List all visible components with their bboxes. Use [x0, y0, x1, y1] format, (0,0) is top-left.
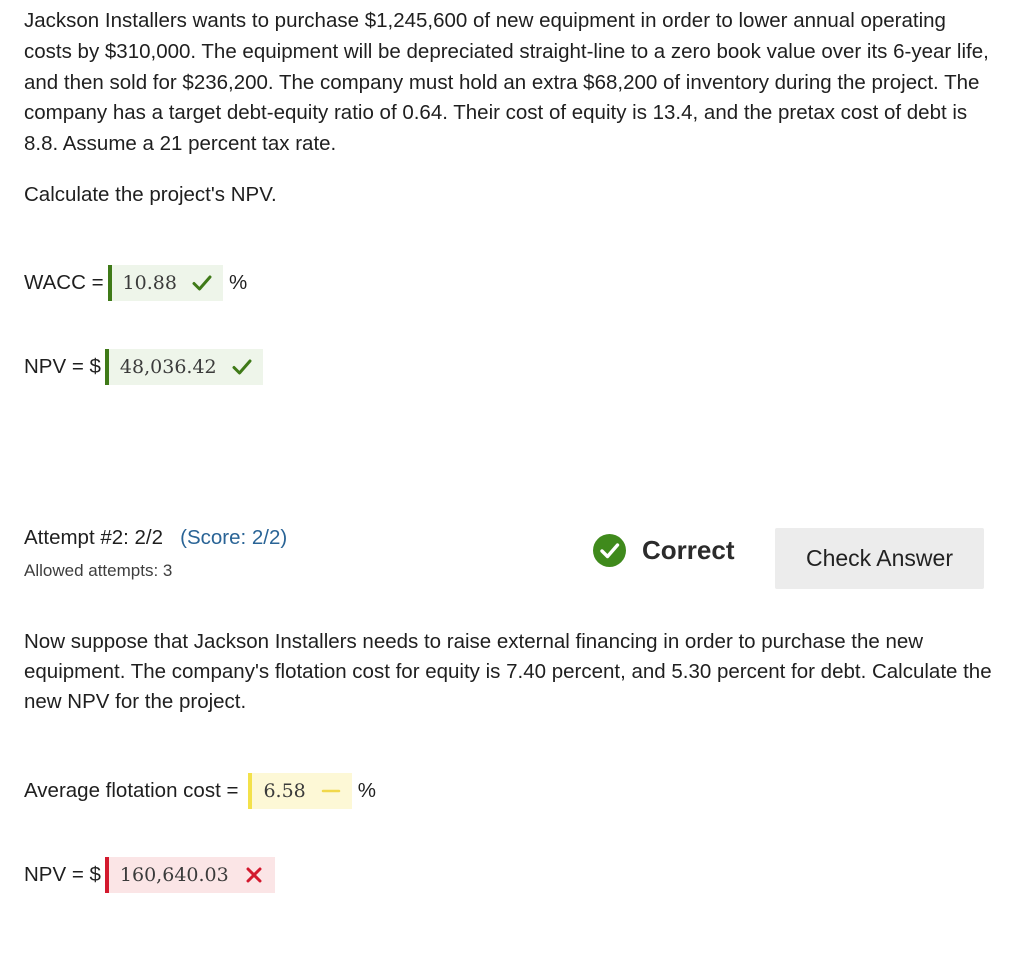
flotation-answer-field[interactable]: 6.58 [248, 773, 352, 809]
checkmark-icon [192, 275, 212, 291]
checkmark-icon [232, 359, 252, 375]
dash-icon [321, 789, 341, 793]
flotation-row: Average flotation cost = 6.58 % [24, 772, 376, 810]
check-answer-button[interactable]: Check Answer [775, 528, 984, 589]
flotation-label: Average flotation cost = [24, 779, 239, 802]
new-npv-row: NPV = $ 160,640.03 [24, 856, 275, 894]
attempt-info: Attempt #2: 2/2 (Score: 2/2) [24, 526, 287, 550]
attempt-label: Attempt #2: 2/2 [24, 526, 164, 549]
wacc-unit: % [228, 271, 248, 294]
npv-label: NPV = $ [24, 355, 101, 378]
wacc-label: WACC = [24, 271, 104, 294]
wacc-answer-field[interactable]: 10.88 [107, 265, 223, 301]
status-indicator: Correct [593, 534, 734, 567]
new-npv-label: NPV = $ [24, 863, 101, 886]
part2-question: Now suppose that Jackson Installers need… [24, 630, 992, 713]
npv-row: NPV = $ 48,036.42 [24, 348, 263, 386]
question-prompt: Calculate the project's NPV. [24, 183, 277, 206]
wacc-value: 10.88 [122, 272, 177, 294]
status-text: Correct [642, 535, 735, 565]
new-npv-answer-field[interactable]: 160,640.03 [104, 857, 275, 893]
wacc-row: WACC = 10.88 % [24, 264, 247, 302]
problem-statement: Jackson Installers wants to purchase $1,… [24, 9, 989, 156]
flotation-unit: % [357, 779, 376, 802]
new-npv-value: 160,640.03 [119, 864, 229, 886]
x-mark-icon [246, 867, 262, 883]
allowed-attempts: Allowed attempts: 3 [24, 561, 173, 580]
flotation-value: 6.58 [263, 780, 306, 802]
npv-answer-field[interactable]: 48,036.42 [104, 349, 263, 385]
score-link[interactable]: (Score: 2/2) [180, 526, 287, 549]
check-circle-icon [593, 534, 626, 567]
npv-value: 48,036.42 [119, 356, 217, 378]
